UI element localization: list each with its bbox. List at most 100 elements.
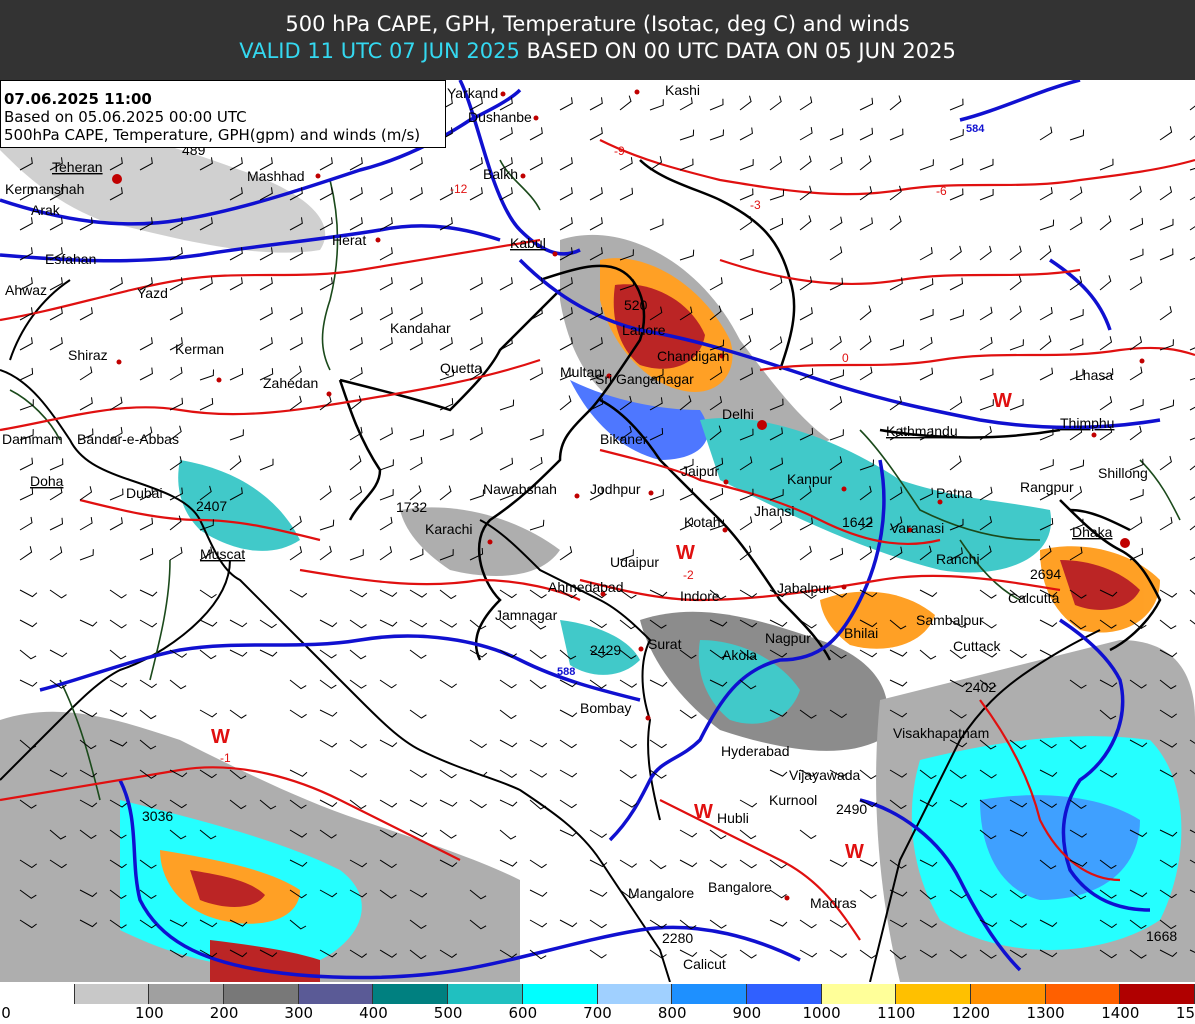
city-label: Lahore — [622, 322, 666, 338]
city-label: Kashi — [665, 82, 700, 98]
city-label: Akola — [722, 647, 757, 663]
based-on-line: Based on 05.06.2025 00:00 UTC — [4, 108, 247, 126]
colorbar-swatch — [746, 984, 822, 1004]
city-label: Mangalore — [628, 885, 694, 901]
city-label: Jaipur — [681, 463, 719, 479]
isotherm-label: -1 — [220, 751, 231, 765]
forecast-datetime: 07.06.2025 11:00 — [4, 90, 152, 108]
city-dot — [375, 237, 381, 243]
city-label: Kanpur — [787, 471, 832, 487]
city-label: Varanasi — [890, 520, 944, 536]
colorbar-swatch — [0, 984, 75, 1004]
product-description: 500hPa CAPE, Temperature, GPH(gpm) and w… — [4, 126, 421, 144]
city-label: Hyderabad — [721, 743, 790, 759]
city-label: Shillong — [1098, 465, 1148, 481]
gph-contour-label: 2280 — [662, 930, 693, 946]
city-label: Kurnool — [769, 792, 817, 808]
city-label: Esfahan — [45, 251, 96, 267]
city-dot — [326, 391, 332, 397]
colorbar-swatch — [74, 984, 150, 1004]
colorbar-swatch — [672, 984, 747, 1004]
city-label: Quetta — [440, 360, 482, 376]
city-label: Calicut — [683, 956, 726, 972]
warm-center-marker: W — [211, 726, 230, 748]
city-label: Bombay — [580, 700, 631, 716]
city-label: Jhansi — [754, 503, 794, 519]
warm-center-marker: W — [676, 542, 695, 564]
city-label: Patna — [936, 485, 973, 501]
city-dot — [216, 377, 222, 383]
city-dot — [500, 91, 506, 97]
city-dot — [757, 420, 767, 430]
city-label: Surat — [648, 636, 682, 652]
city-label: Arak — [31, 202, 61, 218]
city-dot — [634, 89, 640, 95]
city-label: Kerman — [175, 341, 224, 357]
city-label: Ahwaz — [5, 282, 47, 298]
city-label: Nawabshah — [483, 481, 557, 497]
city-label: Zahedan — [263, 375, 318, 391]
city-label: Kotah — [684, 514, 721, 530]
map-subtitle: VALID 11 UTC 07 JUN 2025 BASED ON 00 UTC… — [0, 39, 1195, 63]
city-dot — [112, 174, 122, 184]
gph-contour-label: 2407 — [196, 498, 227, 514]
colorbar-label: 1300 — [1026, 1004, 1065, 1022]
gph-contour-label: 2429 — [590, 642, 621, 658]
info-box: 07.06.2025 11:00 Based on 05.06.2025 00:… — [0, 80, 446, 148]
colorbar-swatch — [448, 984, 523, 1004]
gph-contour-label: 1732 — [396, 499, 427, 515]
colorbar-swatch — [149, 984, 225, 1004]
gph-contour-label: 1668 — [1146, 928, 1177, 944]
city-label: Delhi — [722, 406, 754, 422]
colorbar-swatch — [373, 984, 449, 1004]
city-label: Dammam — [2, 431, 63, 447]
isotherm-label: -3 — [750, 198, 761, 212]
colorbar-label: 1500 — [1175, 1004, 1195, 1022]
city-label: Dushanbe — [468, 109, 532, 125]
city-dot — [645, 715, 651, 721]
colorbar-swatch — [896, 984, 971, 1004]
colorbar-swatch — [597, 984, 673, 1004]
city-dot — [1139, 358, 1145, 364]
city-label: Doha — [30, 473, 64, 489]
city-label: Mashhad — [247, 168, 305, 184]
city-label: Vijayawada — [789, 767, 861, 783]
city-label: Calcutta — [1008, 590, 1060, 606]
colorbar-label: 1400 — [1101, 1004, 1140, 1022]
colorbar-swatch — [970, 984, 1046, 1004]
city-label: Thimphu — [1060, 415, 1114, 431]
city-label: Bikaner — [600, 431, 648, 447]
city-label: Chandigarh — [657, 348, 729, 364]
map-header: 500 hPa CAPE, GPH, Temperature (Isotac, … — [0, 0, 1195, 80]
city-label: Sambalpur — [916, 612, 984, 628]
city-label: Sri Ganganagar — [595, 371, 694, 387]
city-dot — [116, 359, 122, 365]
city-label: Jodhpur — [590, 481, 641, 497]
colorbar-swatch — [1045, 984, 1121, 1004]
colorbar-swatch — [224, 984, 299, 1004]
gph-contour-label: 588 — [557, 666, 575, 678]
city-label: Rangpur — [1020, 479, 1074, 495]
city-dot — [722, 527, 728, 533]
isotherm-label: -2 — [683, 568, 694, 582]
colorbar-label: 1000 — [802, 1004, 841, 1022]
colorbar-label: 200 — [209, 1004, 239, 1022]
city-label: Karachi — [425, 521, 472, 537]
weather-map: Yarkand Kashi Dushanbe Teheran Mashhad Balkh K… — [0, 80, 1195, 982]
warm-center-marker: W — [993, 390, 1012, 412]
city-label: Ranchi — [936, 551, 980, 567]
city-label: Ahmedabad — [548, 579, 624, 595]
colorbar-label: 800 — [657, 1004, 687, 1022]
city-label: Madras — [810, 895, 857, 911]
city-label: Jabalpur — [777, 580, 831, 596]
colorbar-label: 1200 — [951, 1004, 991, 1022]
city-dot — [1120, 538, 1130, 548]
gph-contour-label: 2402 — [965, 679, 996, 695]
city-label: Nagpur — [765, 630, 811, 646]
city-dot — [841, 584, 847, 590]
colorbar-label: 700 — [583, 1004, 612, 1022]
colorbar-label: 0 — [1, 1004, 11, 1022]
city-label: Kermanshah — [5, 181, 84, 197]
colorbar-label: 300 — [284, 1004, 314, 1022]
city-label: Yazd — [137, 285, 168, 301]
